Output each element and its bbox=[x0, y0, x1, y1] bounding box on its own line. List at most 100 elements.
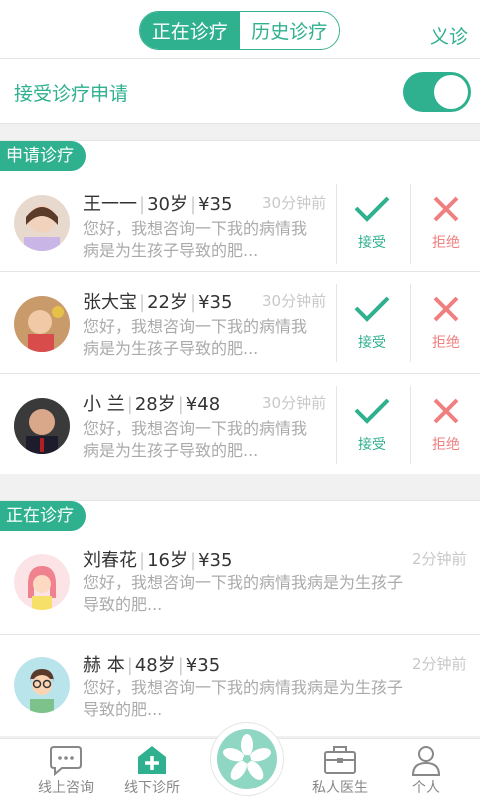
patient-info: 赫 本 | 48岁 | ¥35 bbox=[83, 655, 221, 676]
accept-button[interactable]: 接受 bbox=[338, 394, 406, 454]
chat-bubble-icon bbox=[50, 746, 82, 777]
avatar-child-photo-icon bbox=[14, 296, 70, 352]
message-line-1: 您好，我想咨询一下我的病情我病是为生孩子 bbox=[83, 573, 404, 592]
patient-age: 28岁 bbox=[134, 394, 176, 415]
message-line-2: 病是为生孩子导致的肥... bbox=[83, 339, 259, 358]
accept-button[interactable]: 接受 bbox=[338, 192, 406, 252]
top-bar: 正在诊疗 历史诊疗 义诊 bbox=[0, 0, 480, 58]
request-message: 您好，我想咨询一下我的病情我 病是为生孩子导致的肥... bbox=[83, 316, 307, 360]
check-icon bbox=[354, 296, 390, 322]
avatar bbox=[14, 398, 70, 454]
divider bbox=[410, 184, 411, 264]
avatar bbox=[14, 657, 70, 713]
message-line-2: 病是为生孩子导致的肥... bbox=[83, 441, 259, 460]
free-clinic-link[interactable]: 义诊 bbox=[430, 22, 468, 49]
request-message: 您好，我想咨询一下我的病情我 病是为生孩子导致的肥... bbox=[83, 218, 307, 262]
close-icon bbox=[433, 398, 459, 424]
tab-private-doctor[interactable]: 私人医生 bbox=[300, 743, 380, 797]
tab-online-consult[interactable]: 线上咨询 bbox=[26, 743, 106, 797]
close-icon bbox=[433, 196, 459, 222]
patient-fee: ¥48 bbox=[185, 394, 221, 415]
tab-personal[interactable]: 个人 bbox=[386, 743, 466, 797]
reject-label: 拒绝 bbox=[432, 437, 460, 453]
avatar-girl-cartoon-icon bbox=[14, 554, 70, 610]
request-message: 您好，我想咨询一下我的病情我 病是为生孩子导致的肥... bbox=[83, 418, 307, 462]
avatar-man-cartoon-icon bbox=[14, 657, 70, 713]
ongoing-time: 2分钟前 bbox=[412, 550, 467, 568]
patient-info: 小 兰 | 28岁 | ¥48 bbox=[83, 394, 221, 415]
message-line-2: 导致的肥... bbox=[83, 595, 163, 614]
patient-name: 王一一 bbox=[83, 194, 137, 215]
request-row[interactable]: 张大宝 | 22岁 | ¥35 30分钟前 您好，我想咨询一下我的病情我 病是为生孩子导… bbox=[0, 272, 480, 374]
divider bbox=[336, 284, 337, 362]
message-line-1: 您好，我想咨询一下我的病情我病是为生孩子 bbox=[83, 678, 404, 697]
reject-button[interactable]: 拒绝 bbox=[412, 192, 480, 252]
divider bbox=[336, 184, 337, 264]
ongoing-section: 正在诊疗 刘春花 | 16岁 | ¥35 2分钟前 您好，我想咨询一下我的病情我病是为生… bbox=[0, 500, 480, 736]
avatar bbox=[14, 296, 70, 352]
patient-name: 赫 本 bbox=[83, 655, 125, 676]
avatar bbox=[14, 195, 70, 251]
accept-button[interactable]: 接受 bbox=[338, 292, 406, 352]
flower-icon bbox=[223, 734, 271, 780]
message-line-2: 导致的肥... bbox=[83, 700, 163, 719]
request-row[interactable]: 小 兰 | 28岁 | ¥48 30分钟前 您好，我想咨询一下我的病情我 病是为生孩子导… bbox=[0, 374, 480, 475]
tab-ongoing[interactable]: 正在诊疗 bbox=[140, 12, 240, 49]
tab-history[interactable]: 历史诊疗 bbox=[239, 12, 339, 49]
reject-button[interactable]: 拒绝 bbox=[412, 292, 480, 352]
message-line-1: 您好，我想咨询一下我的病情我 bbox=[83, 419, 308, 438]
reject-label: 拒绝 bbox=[432, 235, 460, 251]
patient-age: 48岁 bbox=[134, 655, 176, 676]
tab-offline-clinic[interactable]: 线下诊所 bbox=[112, 743, 192, 797]
tab-label: 私人医生 bbox=[312, 780, 368, 796]
check-icon bbox=[354, 196, 390, 222]
divider bbox=[410, 284, 411, 362]
divider bbox=[410, 386, 411, 464]
tab-label: 线上咨询 bbox=[38, 780, 94, 796]
tab-label: 个人 bbox=[412, 780, 440, 796]
patient-age: 22岁 bbox=[147, 292, 188, 313]
reject-button[interactable]: 拒绝 bbox=[412, 394, 480, 454]
request-time: 30分钟前 bbox=[262, 194, 327, 212]
patient-age: 16岁 bbox=[147, 550, 188, 571]
patient-fee: ¥35 bbox=[198, 550, 233, 571]
center-action-button[interactable] bbox=[210, 722, 284, 796]
patient-info: 张大宝 | 22岁 | ¥35 bbox=[83, 292, 233, 313]
accept-label: 接受 bbox=[358, 437, 386, 453]
clinic-plus-icon bbox=[138, 746, 166, 774]
avatar bbox=[14, 554, 70, 610]
ongoing-message: 您好，我想咨询一下我的病情我病是为生孩子 导致的肥... bbox=[83, 572, 403, 616]
avatar-girl-photo-icon bbox=[14, 195, 70, 251]
medical-kit-icon bbox=[324, 746, 356, 774]
accept-requests-toggle[interactable] bbox=[403, 72, 471, 112]
request-time: 30分钟前 bbox=[262, 394, 327, 412]
patient-name: 张大宝 bbox=[83, 292, 137, 313]
center-button-fill bbox=[217, 729, 277, 789]
message-line-1: 您好，我想咨询一下我的病情我 bbox=[83, 219, 308, 238]
ongoing-time: 2分钟前 bbox=[412, 655, 467, 673]
requests-section-title: 申请诊疗 bbox=[0, 141, 86, 171]
reject-label: 拒绝 bbox=[432, 335, 460, 351]
ongoing-row[interactable]: 刘春花 | 16岁 | ¥35 2分钟前 您好，我想咨询一下我的病情我病是为生孩子 导致… bbox=[0, 534, 480, 635]
toggle-knob bbox=[434, 75, 468, 109]
patient-fee: ¥35 bbox=[198, 292, 233, 313]
tab-label: 线下诊所 bbox=[124, 780, 180, 796]
diagnosis-segmented-control: 正在诊疗 历史诊疗 bbox=[139, 11, 340, 50]
patient-name: 小 兰 bbox=[83, 394, 125, 415]
accept-requests-label: 接受诊疗申请 bbox=[14, 83, 129, 105]
patient-fee: ¥35 bbox=[185, 655, 221, 676]
close-icon bbox=[433, 296, 459, 322]
patient-age: 30岁 bbox=[147, 194, 188, 215]
accept-label: 接受 bbox=[358, 235, 386, 251]
accept-label: 接受 bbox=[358, 335, 386, 351]
message-line-2: 病是为生孩子导致的肥... bbox=[83, 241, 259, 260]
patient-info: 王一一 | 30岁 | ¥35 bbox=[83, 194, 233, 215]
request-row[interactable]: 王一一 | 30岁 | ¥35 30分钟前 您好，我想咨询一下我的病情我 病是为生孩子导… bbox=[0, 178, 480, 272]
check-icon bbox=[354, 398, 390, 424]
request-time: 30分钟前 bbox=[262, 292, 327, 310]
avatar-man-photo-icon bbox=[14, 398, 70, 454]
patient-fee: ¥35 bbox=[198, 194, 233, 215]
person-icon bbox=[411, 746, 441, 776]
requests-section: 申请诊疗 王一一 | 30岁 | ¥35 30分钟前 您好，我想咨询一下我的病情我 病是… bbox=[0, 140, 480, 474]
message-line-1: 您好，我想咨询一下我的病情我 bbox=[83, 317, 308, 336]
